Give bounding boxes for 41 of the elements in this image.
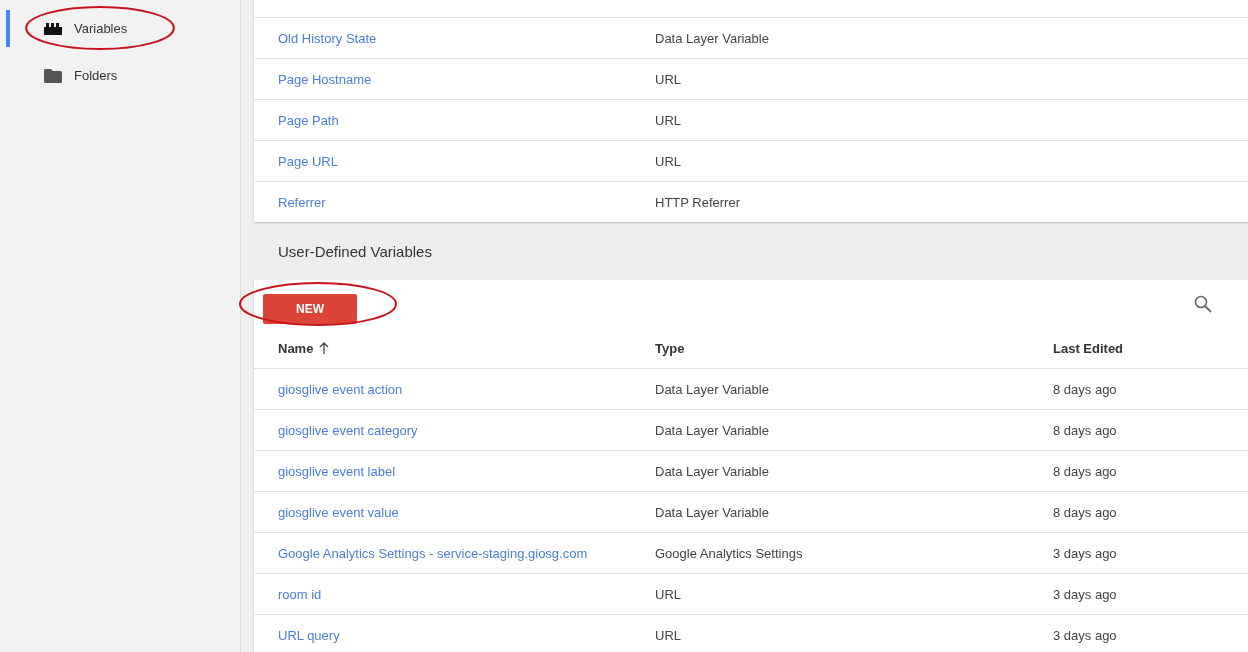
variable-link[interactable]: giosglive event category — [278, 422, 655, 438]
variable-link[interactable]: room id — [278, 586, 655, 602]
type-cell-text: URL — [655, 71, 682, 87]
search-icon[interactable] — [1194, 295, 1212, 313]
section-title: User-Defined Variables — [277, 241, 433, 262]
type-cell-text: Data Layer Variable — [655, 381, 770, 397]
type-cell-text: Data Layer Variable — [655, 30, 770, 46]
last-edited-cell-text: 8 days ago — [1053, 463, 1118, 479]
type-cell-text: HTTP Referrer — [655, 194, 741, 210]
column-header[interactable]: Last Edited — [1053, 340, 1203, 356]
variable-link[interactable]: Google Analytics Settings - service-staging.giosg.com — [278, 545, 655, 561]
type-cell-text: Google Analytics Settings — [655, 545, 804, 561]
last-edited-cell-text: 3 days ago — [1053, 586, 1118, 602]
type-cell-text: URL — [655, 586, 682, 602]
new-button[interactable]: NEW — [263, 294, 357, 324]
sidebar-item[interactable]: Variables — [6, 10, 240, 47]
variable-link[interactable]: giosglive event label — [278, 463, 655, 479]
variable-link[interactable]: Page Path — [278, 112, 655, 128]
type-cell-text: Data Layer Variable — [655, 504, 770, 520]
type-cell-text: URL — [655, 627, 682, 643]
folder-icon — [44, 68, 62, 83]
last-edited-cell-text: 8 days ago — [1053, 504, 1118, 520]
type-cell-text: Data Layer Variable — [655, 422, 770, 438]
variable-link[interactable]: Page URL — [278, 153, 655, 169]
variable-link[interactable]: Referrer — [278, 194, 655, 210]
variable-link[interactable]: Old History State — [278, 30, 655, 46]
variable-link[interactable]: Page Hostname — [278, 71, 655, 87]
type-cell-text: URL — [655, 112, 682, 128]
type-cell-text: Data Layer Variable — [655, 463, 770, 479]
last-edited-cell-text: 3 days ago — [1053, 627, 1118, 643]
variable-link[interactable]: giosglive event value — [278, 504, 655, 520]
last-edited-cell-text: 3 days ago — [1053, 545, 1118, 561]
type-cell-text: URL — [655, 153, 682, 169]
variable-link[interactable]: giosglive event action — [278, 381, 655, 397]
column-header[interactable]: Name — [278, 340, 655, 356]
last-edited-cell-text: 8 days ago — [1053, 422, 1118, 438]
column-header[interactable]: Type — [655, 340, 1053, 356]
sidebar-item[interactable]: Folders — [6, 57, 240, 94]
variable-link[interactable]: URL query — [278, 627, 655, 643]
last-edited-cell-text: 8 days ago — [1053, 381, 1118, 397]
blocks-icon — [44, 22, 62, 35]
